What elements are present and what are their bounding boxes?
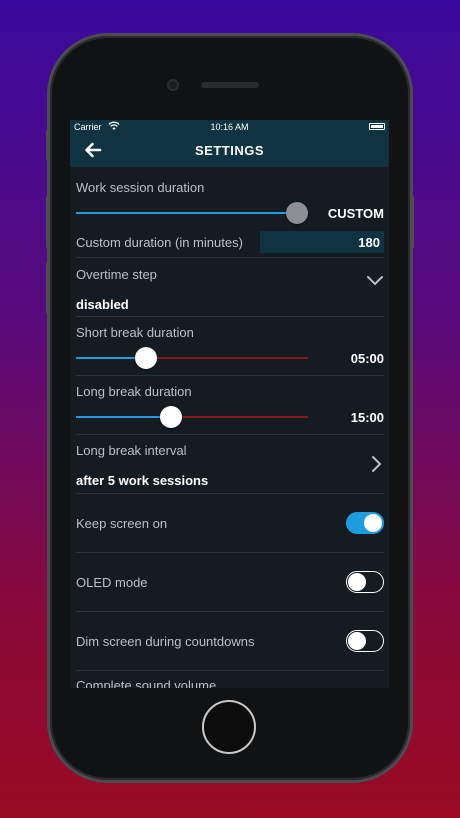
nav-bar: SETTINGS [70, 134, 389, 167]
long-break-value: 15:00 [350, 410, 384, 425]
short-break-value: 05:00 [350, 351, 384, 366]
overtime-step-value: disabled [76, 297, 129, 312]
oled-mode-toggle[interactable] [346, 571, 384, 593]
dim-screen-row: Dim screen during countdowns [76, 612, 384, 671]
earpiece-speaker [201, 82, 259, 88]
status-bar: Carrier 10:16 AM [70, 120, 389, 134]
short-break-slider-remaining[interactable] [146, 357, 308, 359]
battery-icon [369, 123, 385, 130]
overtime-step-row[interactable]: Overtime step disabled [76, 258, 384, 317]
long-break-slider-thumb[interactable] [160, 406, 182, 428]
keep-screen-on-row: Keep screen on [76, 494, 384, 553]
power-button [411, 196, 414, 248]
phone-frame: Carrier 10:16 AM SETTINGS Work session d… [50, 36, 410, 780]
long-break-label: Long break duration [76, 384, 192, 399]
overtime-step-label: Overtime step [76, 267, 157, 282]
front-camera [167, 79, 179, 91]
oled-mode-label: OLED mode [76, 575, 148, 590]
page-title: SETTINGS [194, 143, 264, 158]
short-break-slider-thumb[interactable] [135, 347, 157, 369]
keep-screen-on-label: Keep screen on [76, 516, 168, 531]
long-break-row: Long break duration 15:00 [76, 376, 384, 435]
custom-duration-value: 180 [358, 235, 380, 250]
dim-screen-toggle[interactable] [346, 630, 384, 652]
status-time: 10:16 AM [210, 122, 249, 132]
work-session-value: CUSTOM [327, 206, 384, 221]
app-screen: Carrier 10:16 AM SETTINGS Work session d… [70, 120, 389, 688]
keep-screen-on-toggle[interactable] [346, 512, 384, 534]
custom-duration-label: Custom duration (in minutes) [76, 235, 243, 250]
volume-down-button [46, 262, 49, 314]
home-button[interactable] [202, 700, 256, 754]
short-break-label: Short break duration [76, 325, 194, 340]
toggle-knob [348, 632, 366, 650]
dim-screen-label: Dim screen during countdowns [76, 634, 255, 649]
work-session-row: Work session duration CUSTOM [76, 167, 384, 229]
custom-duration-row: Custom duration (in minutes) 180 [76, 229, 384, 258]
toggle-knob [348, 573, 366, 591]
custom-duration-input[interactable]: 180 [260, 231, 384, 253]
volume-up-button [46, 196, 49, 248]
toggle-knob [364, 514, 382, 532]
long-break-interval-value: after 5 work sessions [76, 473, 209, 488]
work-session-slider-thumb[interactable] [286, 202, 308, 224]
oled-mode-row: OLED mode [76, 553, 384, 612]
long-break-interval-label: Long break interval [76, 443, 187, 458]
long-break-interval-row[interactable]: Long break interval after 5 work session… [76, 435, 384, 494]
settings-list: Work session duration CUSTOM Custom dura… [76, 167, 384, 688]
chevron-down-icon[interactable] [366, 274, 384, 286]
short-break-row: Short break duration 05:00 [76, 317, 384, 376]
work-session-slider-track[interactable] [76, 212, 298, 214]
long-break-slider-filled[interactable] [76, 416, 171, 418]
chevron-right-icon[interactable] [370, 455, 382, 473]
complete-sound-row: Complete sound volume [76, 671, 384, 688]
long-break-slider-remaining[interactable] [171, 416, 308, 418]
complete-sound-label: Complete sound volume [76, 678, 217, 688]
work-session-label: Work session duration [76, 180, 205, 195]
silent-switch [46, 130, 49, 160]
